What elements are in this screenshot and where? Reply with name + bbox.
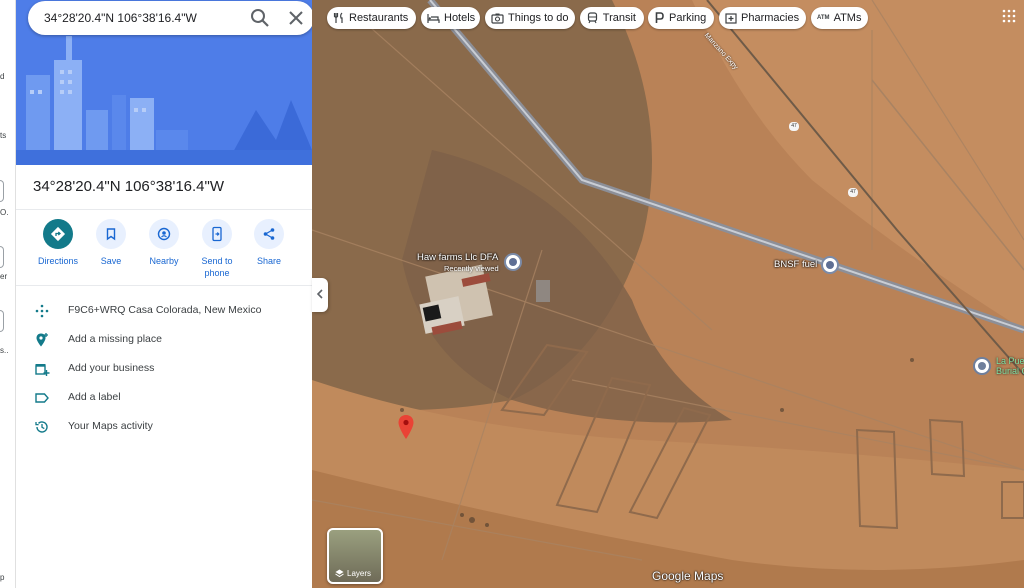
plus-code-icon <box>34 303 50 319</box>
place-label-haw-farms[interactable]: Haw farms Llc DFA <box>417 253 498 263</box>
road-shield: 47 <box>789 122 799 131</box>
layers-icon <box>335 569 344 578</box>
chip-label: Transit <box>602 12 636 24</box>
nearby-button[interactable]: Nearby <box>136 219 192 267</box>
chip-label: Hotels <box>444 12 476 24</box>
label-icon <box>34 390 50 406</box>
chip-label: ATMs <box>833 12 862 24</box>
save-label: Save <box>100 256 122 266</box>
road-shield: 47 <box>848 188 858 197</box>
chip-hotels[interactable]: Hotels <box>421 7 480 29</box>
place-title: 34°28'20.4"N 106°38'16.4"W <box>33 178 225 195</box>
chip-things-to-do[interactable]: Things to do <box>485 7 575 29</box>
atm-icon: ATM <box>817 15 830 21</box>
add-missing-place-row[interactable]: Add a missing place <box>16 330 312 350</box>
transit-icon <box>586 11 599 25</box>
maps-activity-row[interactable]: Your Maps activity <box>16 417 312 437</box>
rail-fragment: ts <box>0 131 7 140</box>
collapse-panel-button[interactable] <box>312 278 328 312</box>
plus-code-text: F9C6+WRQ Casa Colorada, New Mexico <box>68 304 262 316</box>
add-business-row[interactable]: Add your business <box>16 359 312 379</box>
hotel-icon <box>427 11 440 25</box>
add-business-text: Add your business <box>68 362 155 374</box>
add-missing-place-text: Add a missing place <box>68 333 162 345</box>
restaurant-icon <box>333 11 345 25</box>
share-button[interactable]: Share <box>241 219 297 267</box>
rail-fragment: s.. <box>0 346 9 355</box>
place-pin-icon[interactable] <box>821 256 839 274</box>
chip-label: Things to do <box>508 12 569 24</box>
send-to-phone-button[interactable]: Send to phone <box>189 219 245 279</box>
divider <box>16 285 312 286</box>
rail-recent-item[interactable] <box>0 180 4 202</box>
plus-code-row[interactable]: F9C6+WRQ Casa Colorada, New Mexico <box>16 301 312 321</box>
directions-label: Directions <box>37 256 78 266</box>
dropped-pin-icon[interactable] <box>398 415 414 441</box>
satellite-terrain <box>312 0 1024 588</box>
chip-label: Restaurants <box>349 12 409 24</box>
rail-recent-item[interactable] <box>0 310 4 332</box>
chip-transit[interactable]: Transit <box>580 7 644 29</box>
divider <box>16 209 312 210</box>
nearby-icon <box>149 219 179 249</box>
send-to-phone-label: Send to phone <box>201 256 233 278</box>
search-input[interactable] <box>44 8 224 28</box>
chevron-left-icon <box>316 286 324 304</box>
pharmacy-icon <box>725 11 737 25</box>
place-panel: 34°28'20.4"N 106°38'16.4"W Directions Sa… <box>16 0 312 588</box>
apps-grid-icon[interactable] <box>1002 9 1016 23</box>
history-icon <box>34 419 50 435</box>
rail-fragment: d <box>0 72 5 81</box>
share-icon <box>254 219 284 249</box>
add-label-row[interactable]: Add a label <box>16 388 312 408</box>
rail-fragment: O. <box>0 208 9 217</box>
place-pin-icon[interactable] <box>504 253 522 271</box>
add-label-text: Add a label <box>68 391 121 403</box>
rail-fragment: er <box>0 272 8 281</box>
camera-icon <box>491 11 504 25</box>
chip-label: Pharmacies <box>741 12 800 24</box>
maps-window: d ts O. er s.. p 34°28'20.4"N 106°38'16.… <box>0 0 1024 588</box>
save-button[interactable]: Save <box>83 219 139 267</box>
chip-pharmacies[interactable]: Pharmacies <box>719 7 806 29</box>
nearby-label: Nearby <box>149 256 179 266</box>
cemetery-pin-icon[interactable] <box>973 357 991 375</box>
satellite-map[interactable]: Manzano Expy 47 47 Restaurants Hotels Th… <box>312 0 1024 588</box>
chip-atms[interactable]: ATM ATMs <box>811 7 868 29</box>
business-icon <box>34 361 50 377</box>
place-label-bnsf-fuel[interactable]: BNSF fuel <box>774 260 817 270</box>
bookmark-icon <box>96 219 126 249</box>
chip-parking[interactable]: Parking <box>648 7 714 29</box>
maps-activity-text: Your Maps activity <box>68 420 153 432</box>
rail-recent-item[interactable] <box>0 246 4 268</box>
share-label: Share <box>256 256 282 266</box>
add-place-icon <box>34 332 50 348</box>
search-icon[interactable] <box>248 6 272 30</box>
directions-button[interactable]: Directions <box>30 219 86 267</box>
chip-restaurants[interactable]: Restaurants <box>327 7 416 29</box>
layers-button[interactable]: Layers <box>327 528 383 584</box>
left-rail: d ts O. er s.. p <box>0 0 16 588</box>
chip-label: Parking <box>669 12 707 24</box>
layers-label: Layers <box>347 569 372 578</box>
rail-fragment: p <box>0 573 5 582</box>
send-to-phone-icon <box>202 219 232 249</box>
place-label-la-puerta[interactable]: La Pue Burial C <box>996 356 1024 376</box>
place-sublabel: Recently viewed <box>444 264 499 273</box>
hero-image <box>16 0 312 165</box>
search-box[interactable] <box>28 1 312 35</box>
parking-icon <box>654 11 665 25</box>
google-maps-logo: Google Maps <box>652 569 724 583</box>
directions-icon <box>43 219 73 249</box>
close-icon[interactable] <box>284 6 308 30</box>
